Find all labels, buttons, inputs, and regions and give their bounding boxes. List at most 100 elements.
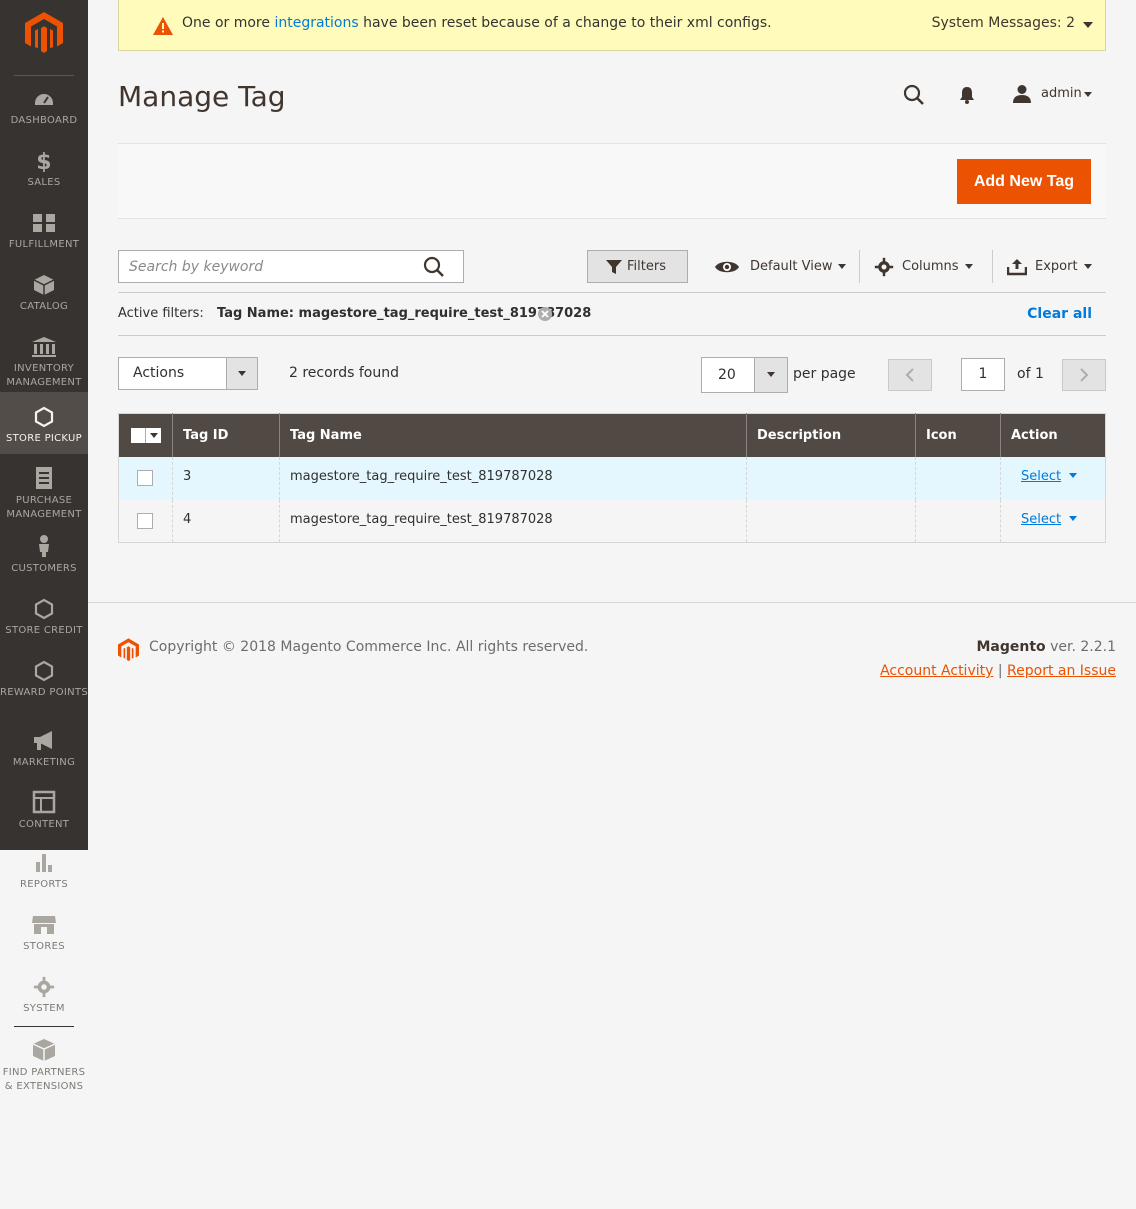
admin-user-menu[interactable]: admin <box>1041 86 1082 101</box>
cube-icon <box>33 275 55 295</box>
toolbar-divider <box>992 250 993 283</box>
chevron-down-icon[interactable] <box>1083 22 1093 28</box>
nav-label: FULFILLMENT <box>8 239 80 250</box>
nav-find-partners[interactable]: FIND PARTNERS & EXTENSIONS <box>0 1038 88 1094</box>
columns-dropdown[interactable]: Columns <box>874 250 973 283</box>
action-cell: Select <box>1000 456 1106 500</box>
nav-label: MARKETING <box>12 757 76 768</box>
column-header-tag-id[interactable]: Tag ID <box>172 413 280 457</box>
person-icon <box>39 535 49 557</box>
page-number-input[interactable]: 1 <box>961 358 1005 391</box>
bar-chart-icon <box>36 854 52 872</box>
filters-button[interactable]: Filters <box>587 250 688 283</box>
filter-icon <box>606 260 622 274</box>
clear-all-link[interactable]: Clear all <box>1027 306 1092 322</box>
nav-inventory-management[interactable]: INVENTORY MANAGEMENT <box>0 336 88 390</box>
bell-icon[interactable] <box>958 85 976 105</box>
search-icon[interactable] <box>903 84 925 106</box>
system-message-bar: One or more integrations have been reset… <box>118 0 1106 51</box>
grid-header-row: Tag ID Tag Name Description Icon Action <box>118 413 1106 457</box>
row-checkbox[interactable] <box>137 512 153 529</box>
per-page-label: per page <box>793 366 856 382</box>
magento-logo <box>118 638 139 662</box>
chevron-right-icon <box>1080 368 1089 382</box>
warehouse-icon <box>32 337 56 357</box>
brand-name: Magento <box>976 639 1046 655</box>
nav-sales[interactable]: $ SALES <box>0 150 88 190</box>
records-found: 2 records found <box>289 365 399 381</box>
tag-id-cell: 3 <box>172 456 280 500</box>
select-action-link[interactable]: Select <box>1021 512 1061 527</box>
nav-dashboard[interactable]: DASHBOARD <box>0 90 88 128</box>
system-messages-count[interactable]: System Messages: 2 <box>932 15 1075 31</box>
nav-purchase-management[interactable]: PURCHASE MANAGEMENT <box>0 466 88 522</box>
nav-label: INVENTORY MANAGEMENT <box>6 363 82 388</box>
dropdown-toggle[interactable] <box>754 358 787 392</box>
column-header-icon[interactable]: Icon <box>915 413 1001 457</box>
nav-marketing[interactable]: MARKETING <box>0 730 88 770</box>
footer-links: Account Activity | Report an Issue <box>880 663 1116 679</box>
nav-reports[interactable]: REPORTS <box>0 852 88 892</box>
column-header-description[interactable]: Description <box>746 413 916 457</box>
toolbar-divider <box>859 250 860 283</box>
nav-content[interactable]: CONTENT <box>0 790 88 832</box>
nav-fulfillment[interactable]: FULFILLMENT <box>0 212 88 252</box>
chevron-down-icon[interactable] <box>1069 472 1078 478</box>
magento-logo[interactable] <box>25 12 63 54</box>
account-activity-link[interactable]: Account Activity <box>880 663 993 679</box>
nav-system[interactable]: SYSTEM <box>0 976 88 1016</box>
next-page-button[interactable] <box>1062 359 1106 391</box>
report-issue-link[interactable]: Report an Issue <box>1007 663 1116 679</box>
admin-sidebar: DASHBOARD $ SALES FULFILLMENT CATALOG IN… <box>0 0 88 850</box>
remove-filter-icon[interactable] <box>538 307 552 321</box>
search-input[interactable] <box>119 251 409 282</box>
default-view-dropdown[interactable]: Default View <box>714 250 847 283</box>
chevron-down-icon <box>964 264 973 269</box>
nav-store-credit[interactable]: STORE CREDIT <box>0 598 88 638</box>
nav-stores[interactable]: STORES <box>0 914 88 954</box>
nav-store-pickup[interactable]: STORE PICKUP <box>0 392 88 454</box>
nav-customers[interactable]: CUSTOMERS <box>0 534 88 576</box>
table-row[interactable]: 3 magestore_tag_require_test_819787028 S… <box>118 456 1106 500</box>
nav-label: STORE PICKUP <box>6 433 82 444</box>
version-info: Magento ver. 2.2.1 <box>976 639 1116 655</box>
mass-select-header <box>118 413 173 457</box>
row-checkbox[interactable] <box>137 469 153 486</box>
layout-icon <box>32 790 56 814</box>
mass-select-checkbox[interactable] <box>131 427 161 443</box>
nav-label: SYSTEM <box>23 1003 65 1014</box>
tag-name-cell: magestore_tag_require_test_819787028 <box>279 499 747 543</box>
table-row[interactable]: 4 magestore_tag_require_test_819787028 S… <box>118 499 1106 543</box>
dropdown-toggle[interactable] <box>226 358 257 389</box>
user-icon[interactable] <box>1012 84 1032 104</box>
export-dropdown[interactable]: Export <box>1006 250 1092 283</box>
nav-label: CUSTOMERS <box>11 563 77 574</box>
description-cell <box>746 499 916 543</box>
per-page-select[interactable]: 20 <box>701 357 788 393</box>
select-action-link[interactable]: Select <box>1021 469 1061 484</box>
nav-label: CATALOG <box>19 301 69 312</box>
hexagon-icon <box>34 406 54 428</box>
search-box <box>118 250 464 283</box>
nav-reward-points[interactable]: REWARD POINTS <box>0 660 88 700</box>
dollar-icon: $ <box>36 150 51 172</box>
chevron-down-icon[interactable] <box>1069 515 1078 521</box>
prev-page-button[interactable] <box>888 359 932 391</box>
nav-label: CONTENT <box>18 819 70 830</box>
icon-cell <box>915 456 1001 500</box>
mass-actions-dropdown[interactable]: Actions <box>118 357 258 390</box>
extensions-icon <box>32 1039 56 1061</box>
row-select-cell <box>118 499 173 543</box>
add-new-tag-button[interactable]: Add New Tag <box>956 159 1091 204</box>
integrations-link[interactable]: integrations <box>274 15 358 31</box>
gear-icon <box>874 257 894 276</box>
nav-catalog[interactable]: CATALOG <box>0 274 88 314</box>
column-header-action: Action <box>1000 413 1106 457</box>
column-header-tag-name[interactable]: Tag Name <box>279 413 747 457</box>
search-icon[interactable] <box>423 256 445 278</box>
chevron-down-icon[interactable] <box>1084 92 1092 97</box>
sidebar-lower: REPORTS STORES SYSTEM FIND PARTNERS & EX… <box>0 850 88 1120</box>
nav-label: REPORTS <box>20 879 68 890</box>
chevron-down-icon <box>150 432 158 438</box>
icon-cell <box>915 499 1001 543</box>
